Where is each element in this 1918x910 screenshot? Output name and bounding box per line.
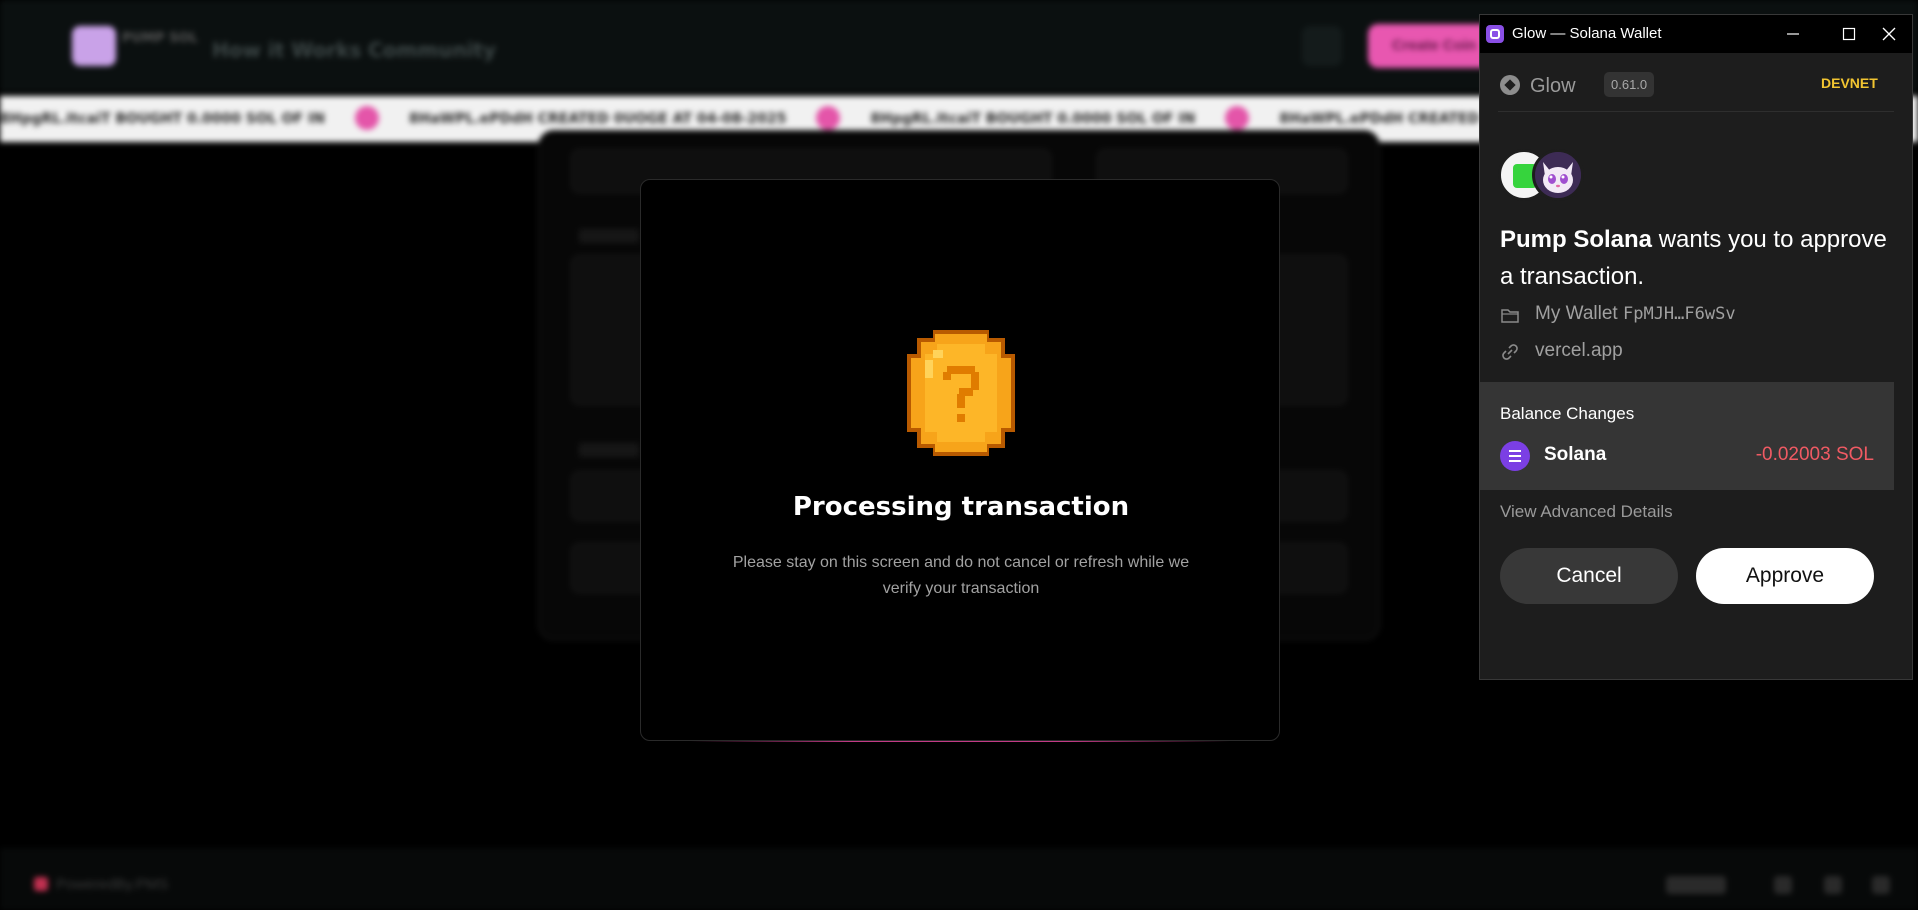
cancel-button[interactable]: Cancel xyxy=(1500,548,1678,604)
nav-community[interactable]: Community xyxy=(368,38,496,62)
x-icon[interactable] xyxy=(1872,876,1890,894)
ticker-item: 8HpgRL.ItcaiT BOUGHT 0.0000 SOL OF IN xyxy=(870,111,1196,127)
wallet-address: FpMJH…F6wSv xyxy=(1622,304,1736,324)
window-titlebar[interactable]: Glow — Solana Wallet xyxy=(1480,15,1912,53)
requesting-app-name: Pump Solana xyxy=(1500,226,1653,253)
balance-changes-panel: Balance Changes Solana -0.02003 SOL xyxy=(1480,382,1894,490)
header-divider xyxy=(1498,111,1894,112)
site-logo-text: PUMP SOL xyxy=(122,31,198,46)
minimize-icon xyxy=(1787,33,1799,35)
links-label xyxy=(579,443,639,457)
link-icon xyxy=(1502,344,1518,360)
balance-changes-title: Balance Changes xyxy=(1500,404,1635,423)
ticker-item: 8HpgRL.ItcaiT BOUGHT 0.0000 SOL OF IN xyxy=(0,111,325,127)
solana-icon xyxy=(1500,441,1530,471)
glow-logo-icon xyxy=(1500,75,1520,95)
processing-modal: Processing transaction Please stay on th… xyxy=(640,179,1280,741)
network-badge: DEVNET xyxy=(1821,75,1878,91)
ticker-item: 8HaWPL.ePDdH CREATED 0UOGE AT 04-08-2025 xyxy=(408,111,787,127)
ticker-avatar xyxy=(354,106,379,130)
glow-wallet-window: Glow — Solana Wallet Glow 0.61.0 DEVNET xyxy=(1479,14,1913,680)
ticker-item: 8HaWPL.ePDdH CREATED xyxy=(1279,111,1480,127)
wallet-label: My Wallet FpMJH…F6wSv xyxy=(1535,303,1736,325)
maximize-icon xyxy=(1842,27,1856,41)
wallet-name: My Wallet xyxy=(1535,303,1618,324)
footer-logo-icon xyxy=(34,877,48,891)
discord-icon[interactable] xyxy=(1774,876,1792,894)
nav-how-it-works[interactable]: How it Works xyxy=(212,38,361,62)
ticker-avatar xyxy=(816,106,841,130)
requesting-site-icons xyxy=(1498,143,1598,203)
origin-domain: vercel.app xyxy=(1535,340,1623,361)
telegram-icon[interactable] xyxy=(1824,876,1842,894)
screen: PUMP SOL How it Works Community Create C… xyxy=(0,0,1918,910)
site-logo[interactable] xyxy=(72,26,116,66)
approval-request-text: Pump Solana wants you to approve a trans… xyxy=(1500,221,1894,295)
close-button[interactable] xyxy=(1866,15,1912,53)
ticker-avatar xyxy=(1225,106,1250,130)
window-title: Glow — Solana Wallet xyxy=(1512,25,1662,42)
glow-app-icon xyxy=(1486,25,1504,43)
token-name: Solana xyxy=(1544,444,1607,465)
modal-description: Please stay on this screen and do not ca… xyxy=(732,554,1190,597)
close-icon xyxy=(1882,27,1896,41)
footer-text: PoweredBy.PMS xyxy=(56,876,169,893)
question-coin-icon xyxy=(907,330,1015,456)
description-label xyxy=(579,229,639,243)
search-button[interactable] xyxy=(1302,26,1342,66)
token-amount-change: -0.02003 SOL xyxy=(1755,444,1874,465)
site-footer xyxy=(0,848,1918,910)
glow-brand-name: Glow xyxy=(1530,75,1576,97)
approve-button[interactable]: Approve xyxy=(1696,548,1874,604)
cat-avatar-icon xyxy=(1532,149,1584,201)
folder-icon xyxy=(1501,309,1519,323)
modal-title: Processing transaction xyxy=(792,492,1130,522)
view-advanced-details-link[interactable]: View Advanced Details xyxy=(1500,502,1673,522)
footer-link[interactable] xyxy=(1666,876,1726,894)
version-badge: 0.61.0 xyxy=(1604,72,1655,97)
minimize-button[interactable] xyxy=(1770,15,1816,53)
